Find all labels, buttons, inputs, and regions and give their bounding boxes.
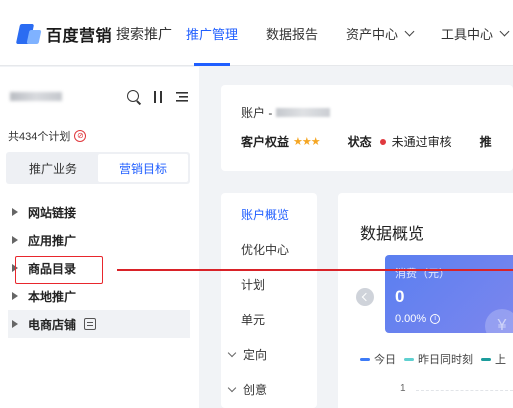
- subnav-optimization-center[interactable]: 优化中心: [221, 232, 317, 267]
- nav-item-data-report[interactable]: 数据报告: [266, 0, 318, 66]
- subnav-plans[interactable]: 计划: [221, 267, 317, 302]
- toggle-marketing-goal[interactable]: 营销目标: [98, 154, 188, 182]
- subnav-targeting[interactable]: 定向: [221, 337, 317, 372]
- y-axis-tick: 1: [400, 383, 406, 394]
- sidebar: 共434个计划 ⊘ 推广业务 营销目标 网站链接 应用推广 商品目录 本地推广 …: [0, 67, 199, 408]
- highlight-box-annotation: [15, 256, 103, 284]
- nav-item-promotion-management[interactable]: 推广管理: [186, 0, 238, 66]
- status-value: 未通过审核: [391, 135, 452, 149]
- subnav-units[interactable]: 单元: [221, 302, 317, 337]
- caret-right-icon[interactable]: [12, 292, 18, 300]
- nav-item-asset-center[interactable]: 资产中心: [346, 0, 415, 66]
- chart-legend: 今日 昨日同时刻 上: [360, 351, 513, 367]
- metric-value: 0: [395, 287, 405, 306]
- status-dot-icon: [379, 138, 386, 145]
- subnav-account-overview[interactable]: 账户概览: [221, 197, 317, 232]
- legend-last[interactable]: 上: [481, 351, 506, 367]
- main-nav: 推广管理 数据报告 资产中心 工具中心: [186, 0, 513, 66]
- chart-grid-line: [416, 390, 513, 391]
- legend-swatch: [360, 357, 370, 361]
- data-overview-panel: 数据概览 消费（元） 0 0.00% i ¥ 今日 昨日同时刻 上 1: [338, 193, 513, 408]
- legend-swatch: [404, 357, 414, 361]
- carousel-prev-button[interactable]: [356, 288, 374, 306]
- metric-change: 0.00% i: [395, 313, 441, 325]
- brand-name: 百度营销: [46, 28, 113, 45]
- caret-right-icon[interactable]: [12, 236, 18, 244]
- account-card: 账户 - 客户权益 ★★★ 状态 未通过审核 推: [221, 85, 513, 171]
- tree-item-website-link[interactable]: 网站链接: [8, 198, 190, 226]
- chevron-down-icon: [404, 26, 415, 36]
- store-icon: [84, 318, 97, 330]
- customer-rights-label: 客户权益: [241, 135, 290, 149]
- caret-right-icon[interactable]: [12, 320, 18, 328]
- subnav-creatives[interactable]: 创意: [221, 372, 317, 407]
- plan-count: 共434个计划 ⊘: [8, 128, 87, 144]
- toggle-promotion-business[interactable]: 推广业务: [8, 154, 98, 182]
- legend-yesterday[interactable]: 昨日同时刻: [404, 351, 473, 367]
- sort-icon[interactable]: [150, 89, 166, 105]
- nav-item-tool-center[interactable]: 工具中心: [441, 0, 510, 66]
- baidu-marketing-logo-icon: [15, 24, 42, 44]
- account-info-row: 客户权益 ★★★ 状态 未通过审核 推: [241, 133, 492, 150]
- rating-stars[interactable]: ★★★: [293, 135, 321, 148]
- overview-title: 数据概览: [360, 226, 425, 243]
- view-toggle: 推广业务 营销目标: [6, 152, 190, 184]
- filter-list-icon[interactable]: [174, 89, 190, 105]
- search-icon[interactable]: [126, 89, 142, 105]
- account-name-redacted: [10, 92, 62, 101]
- tree-item-app-promotion[interactable]: 应用推广: [8, 226, 190, 254]
- chevron-down-icon: [227, 348, 237, 357]
- sidebar-tools: [126, 89, 190, 105]
- product-name: 搜索推广: [116, 26, 173, 42]
- account-id-redacted: [276, 108, 331, 117]
- pointer-line-annotation: [117, 269, 513, 271]
- truncated-label: 推: [479, 135, 492, 149]
- status-label: 状态: [347, 135, 372, 149]
- sidebar-header: [10, 89, 190, 105]
- account-label: 账户 -: [241, 104, 331, 121]
- info-icon[interactable]: i: [430, 314, 441, 324]
- baidu-logo[interactable]: 百度营销 搜索推广: [15, 22, 173, 46]
- caret-right-icon[interactable]: [12, 208, 18, 216]
- chevron-down-icon: [227, 383, 237, 392]
- metric-label: 消费（元）: [395, 268, 450, 280]
- tree-item-local-promotion[interactable]: 本地推广: [8, 282, 190, 310]
- tree-item-ecommerce-store[interactable]: 电商店铺: [8, 310, 190, 338]
- legend-swatch: [481, 357, 491, 361]
- yuan-coin-icon: ¥: [485, 309, 513, 333]
- top-bar: 百度营销 搜索推广 推广管理 数据报告 资产中心 工具中心: [0, 0, 513, 66]
- spend-metric-card[interactable]: 消费（元） 0 0.00% i ¥: [385, 255, 513, 333]
- account-subnav: 账户概览 优化中心 计划 单元 定向 创意: [221, 193, 317, 408]
- legend-today[interactable]: 今日: [360, 351, 396, 367]
- chevron-down-icon: [499, 26, 510, 36]
- warning-badge-icon[interactable]: ⊘: [74, 130, 87, 142]
